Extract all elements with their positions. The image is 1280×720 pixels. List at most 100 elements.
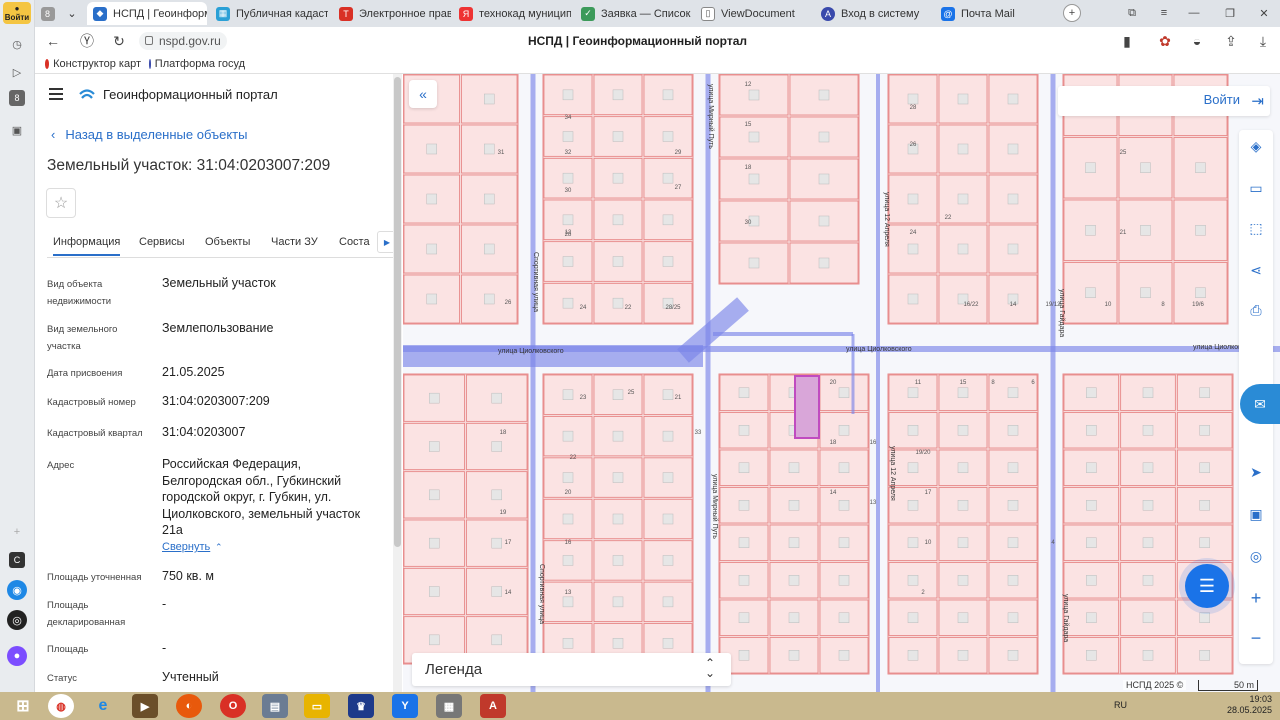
windows-start-icon[interactable]: ⊞ — [10, 694, 36, 718]
downloads-shelf-icon[interactable]: ◒ — [1187, 31, 1207, 51]
close-window-button[interactable]: ✕ — [1255, 4, 1273, 22]
tab-composition[interactable]: Соста — [339, 236, 373, 248]
zoom-out-button[interactable]: − — [1244, 626, 1268, 650]
chat-bubble-button[interactable]: ☰ — [1185, 564, 1229, 608]
opera-icon[interactable]: O — [220, 694, 246, 718]
minimap-icon[interactable]: ▣ — [1244, 502, 1268, 526]
chrome-icon[interactable]: ◍ — [48, 694, 74, 718]
bookmark-icon[interactable]: ▮ — [1117, 31, 1137, 51]
media-icon[interactable]: ▶ — [132, 694, 158, 718]
gosuslugi-widget-icon[interactable]: ✉ — [1240, 384, 1280, 424]
chevron-up-icon[interactable]: ⌃ — [215, 542, 223, 553]
yandex-browser-icon[interactable]: Y — [392, 694, 418, 718]
share-icon[interactable]: ⋖ — [1244, 258, 1268, 282]
building — [562, 256, 574, 267]
extension-icon[interactable]: ✿ — [1155, 31, 1175, 51]
play-icon[interactable]: ▷ — [7, 62, 27, 82]
tab-application-list[interactable]: ✓ Заявка — Список за — [575, 2, 693, 25]
tab-technokad[interactable]: Я технокад муниципа — [453, 2, 571, 25]
building — [491, 489, 502, 501]
alice-icon[interactable]: ● — [7, 646, 27, 666]
parcel-number-label: 30 — [745, 220, 752, 226]
scrollbar-thumb[interactable] — [394, 77, 401, 547]
minimize-button[interactable]: — — [1185, 4, 1203, 22]
menu-icon[interactable] — [49, 88, 63, 100]
tab-login[interactable]: A Вход в систему — [815, 2, 933, 25]
legend-dropdown[interactable]: Легенда ⌃ ⌄ — [412, 653, 731, 686]
building — [738, 537, 750, 548]
tab-information[interactable]: Информация — [53, 236, 121, 256]
app-icon[interactable]: 8 — [9, 90, 25, 106]
map-pin-icon — [45, 59, 50, 69]
tab-services[interactable]: Сервисы — [139, 236, 185, 248]
c-app-icon[interactable]: C — [9, 552, 25, 568]
tab-cadastral-map[interactable]: ▦ Публичная кадастр — [210, 2, 328, 25]
login-icon: ⇥ — [1251, 93, 1264, 110]
print-icon[interactable]: ⎙ — [1244, 298, 1268, 322]
profile-button[interactable]: ● Войти — [3, 2, 31, 24]
folder-icon[interactable]: ▭ — [304, 694, 330, 718]
layers-icon[interactable]: ◈ — [1244, 134, 1268, 158]
building — [838, 462, 850, 473]
chevron-down-icon[interactable]: ⌄ — [62, 2, 82, 25]
bookmark-constructor[interactable]: Конструктор карт — [45, 58, 141, 70]
reload-icon[interactable]: ↻ — [109, 31, 129, 51]
tab-objects[interactable]: Объекты — [205, 236, 250, 248]
pdf-icon[interactable]: A — [480, 694, 506, 718]
zoom-in-button[interactable]: + — [1244, 586, 1268, 610]
building — [1007, 537, 1019, 548]
language-indicator[interactable]: RU — [1114, 700, 1127, 710]
locate-arrow-icon[interactable]: ➤ — [1244, 460, 1268, 484]
restore-button[interactable]: ❐ — [1221, 4, 1239, 22]
tab-group-icon[interactable]: 8 — [35, 2, 60, 25]
collapse-panel-button[interactable]: « — [409, 80, 437, 108]
select-area-icon[interactable]: ⬚ — [1244, 216, 1268, 240]
property-value: Учтенный — [162, 670, 219, 684]
parcel-number-label: 20 — [830, 380, 837, 386]
tab-title: технокад муниципа — [479, 7, 571, 20]
history-icon[interactable]: ◷ — [7, 34, 27, 54]
panel-scrollbar[interactable] — [393, 74, 402, 692]
building — [662, 638, 674, 649]
browser-app-icon[interactable]: ◉ — [7, 580, 27, 600]
favorite-star-button[interactable]: ☆ — [46, 188, 76, 218]
tab-viewdocument[interactable]: ▯ ViewDocument — [695, 2, 813, 25]
back-to-selected-link[interactable]: ‹ Назад в выделенные объекты — [51, 127, 247, 142]
building — [612, 131, 624, 142]
ie-icon[interactable]: e — [90, 694, 116, 718]
yandex-icon[interactable]: Ⓨ — [77, 31, 97, 51]
add-icon[interactable]: + — [7, 522, 27, 542]
tab-egov[interactable]: T Электронное прави — [333, 2, 451, 25]
network-icon[interactable]: ▤ — [262, 694, 288, 718]
ruler-icon[interactable]: ▭ — [1244, 176, 1268, 200]
building — [612, 596, 624, 608]
login-button[interactable]: Войти ⇥ — [1058, 86, 1270, 116]
screenshot-icon[interactable]: ▣ — [7, 120, 27, 140]
back-arrow-icon[interactable]: ← — [43, 31, 63, 51]
circle-app-icon[interactable]: ◎ — [7, 610, 27, 630]
building — [1007, 387, 1019, 398]
collapse-link[interactable]: Свернуть — [162, 541, 210, 553]
geolocation-icon[interactable]: ◎ — [1244, 544, 1268, 568]
new-tab-button[interactable]: + — [1063, 4, 1081, 22]
building — [738, 462, 750, 473]
firefox-icon[interactable]: ◐ — [176, 694, 202, 718]
document-app-icon[interactable]: ▦ — [436, 694, 462, 718]
emblem-app-icon[interactable]: ♛ — [348, 694, 374, 718]
building — [612, 389, 624, 400]
tab-parts[interactable]: Части ЗУ — [271, 236, 318, 248]
bookmark-platform[interactable]: Платформа госуд — [149, 58, 245, 70]
download-icon[interactable]: ⤓ — [1253, 31, 1273, 51]
parcel-number-label: 17 — [925, 490, 932, 496]
yandex-favicon-icon: Я — [459, 6, 473, 21]
menu-icon[interactable]: ≡ — [1155, 4, 1173, 22]
tab-nspd[interactable]: ◆ НСПД | Геоинформ ✕ — [87, 2, 207, 25]
share-icon[interactable]: ⇪ — [1221, 31, 1241, 51]
map-canvas[interactable]: улица Циолковского улица Циолковского улиц… — [403, 74, 1280, 692]
url-field[interactable]: nspd.gov.ru — [139, 32, 227, 50]
collections-icon[interactable]: ⧉ — [1123, 4, 1141, 22]
tab-mail[interactable]: @ Почта Mail — [935, 2, 1055, 25]
tab-title: Вход в систему — [841, 7, 920, 20]
building — [818, 131, 830, 143]
system-clock[interactable]: 19:03 28.05.2025 — [1227, 694, 1272, 716]
